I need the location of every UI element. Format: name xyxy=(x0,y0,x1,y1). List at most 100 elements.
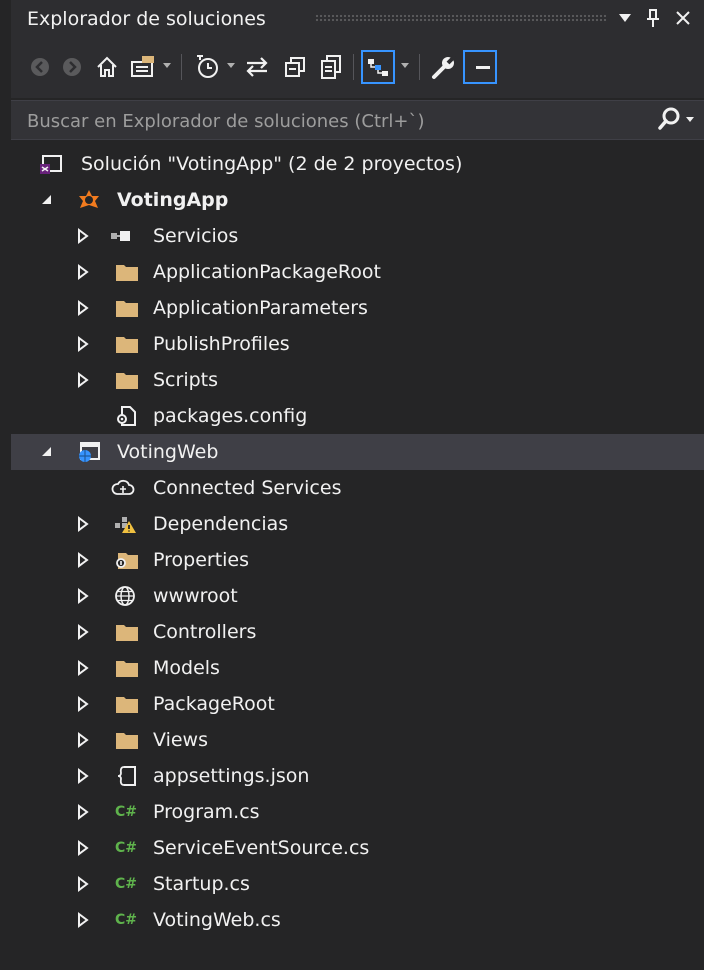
service-fabric-icon xyxy=(79,190,99,208)
tree-item-label: Views xyxy=(153,729,208,751)
tree-item-label: Properties xyxy=(153,549,250,571)
properties-folder-icon xyxy=(116,553,138,569)
search-input[interactable] xyxy=(11,101,659,141)
pin-button[interactable] xyxy=(641,4,665,32)
config-file-icon xyxy=(117,406,136,426)
collapsed-arrow-icon[interactable] xyxy=(75,300,91,316)
folder-icon xyxy=(116,733,138,749)
drag-grip[interactable] xyxy=(315,14,607,23)
tree-item-label: PublishProfiles xyxy=(153,333,290,355)
dock-toggle-button[interactable] xyxy=(463,50,497,84)
collapsed-arrow-icon[interactable] xyxy=(75,768,91,784)
tree-item-label: PackageRoot xyxy=(153,693,275,715)
preview-selected-items-button[interactable] xyxy=(361,50,395,84)
tree-item-label: Dependencias xyxy=(153,513,289,535)
collapsed-arrow-icon[interactable] xyxy=(75,840,91,856)
forward-button[interactable] xyxy=(57,50,87,84)
tree-item-label: ApplicationParameters xyxy=(153,297,368,319)
title-bar: Explorador de soluciones xyxy=(11,0,704,36)
tree-item-wwwroot[interactable]: wwwroot xyxy=(11,578,704,614)
switch-views-button[interactable] xyxy=(127,50,161,84)
expanded-arrow-icon[interactable] xyxy=(39,444,55,460)
switch-views-dropdown[interactable] xyxy=(163,63,171,68)
globe-icon xyxy=(115,586,135,606)
collapsed-arrow-icon[interactable] xyxy=(75,552,91,568)
expanded-arrow-icon[interactable] xyxy=(39,192,55,208)
tree-item-application-package-root[interactable]: ApplicationPackageRoot xyxy=(11,254,704,290)
panel-title: Explorador de soluciones xyxy=(27,8,266,30)
minus-icon xyxy=(476,66,490,69)
tree-item-label: VotingWeb xyxy=(117,441,219,463)
preview-dropdown[interactable] xyxy=(401,63,409,68)
tree-item-views[interactable]: Views xyxy=(11,722,704,758)
connected-services-icon xyxy=(111,479,135,495)
pending-changes-filter-button[interactable] xyxy=(191,50,225,84)
tree-item-models[interactable]: Models xyxy=(11,650,704,686)
clock-icon xyxy=(197,55,218,78)
collapse-all-icon xyxy=(285,57,305,77)
tree-item-votingapp[interactable]: VotingApp xyxy=(11,182,704,218)
solution-icon xyxy=(40,155,62,174)
tree-item-dependencias[interactable]: Dependencias xyxy=(11,506,704,542)
tree-item-label: Solución "VotingApp" (2 de 2 proyectos) xyxy=(81,153,463,175)
forward-icon xyxy=(63,58,81,76)
tree-item-label: VotingApp xyxy=(117,189,229,211)
collapsed-arrow-icon[interactable] xyxy=(75,696,91,712)
properties-button[interactable] xyxy=(427,50,461,84)
tree-item-votingweb[interactable]: VotingWeb xyxy=(11,434,704,470)
collapsed-arrow-icon[interactable] xyxy=(75,876,91,892)
home-button[interactable] xyxy=(91,50,123,84)
search-box xyxy=(11,100,704,141)
csharp-file-icon: C# xyxy=(115,804,138,820)
collapsed-arrow-icon[interactable] xyxy=(75,804,91,820)
sync-with-active-document-button[interactable] xyxy=(241,50,273,84)
csharp-file-icon: C# xyxy=(115,912,138,928)
collapsed-arrow-icon[interactable] xyxy=(75,912,91,928)
tree-item-service-event-source-cs[interactable]: C# ServiceEventSource.cs xyxy=(11,830,704,866)
tree-item-label: Startup.cs xyxy=(153,873,250,895)
collapsed-arrow-icon[interactable] xyxy=(75,228,91,244)
sync-icon xyxy=(246,57,268,77)
folder-icon xyxy=(116,337,138,353)
tree-item-packages-config[interactable]: packages.config xyxy=(11,398,704,434)
tree-item-startup-cs[interactable]: C# Startup.cs xyxy=(11,866,704,902)
window-position-dropdown-button[interactable] xyxy=(613,4,637,32)
tree-item-appsettings-json[interactable]: appsettings.json xyxy=(11,758,704,794)
toolbar-separator xyxy=(181,54,182,80)
tree-item-publish-profiles[interactable]: PublishProfiles xyxy=(11,326,704,362)
tree-item-label: Servicios xyxy=(153,225,239,247)
folder-icon xyxy=(116,373,138,389)
collapsed-arrow-icon[interactable] xyxy=(75,516,91,532)
tree-item-controllers[interactable]: Controllers xyxy=(11,614,704,650)
folder-icon xyxy=(116,301,138,317)
tree-item-scripts[interactable]: Scripts xyxy=(11,362,704,398)
tree-item-servicios[interactable]: Servicios xyxy=(11,218,704,254)
collapse-all-button[interactable] xyxy=(279,50,311,84)
tree-item-votingweb-cs[interactable]: C# VotingWeb.cs xyxy=(11,902,704,938)
collapsed-arrow-icon[interactable] xyxy=(75,588,91,604)
collapsed-arrow-icon[interactable] xyxy=(75,372,91,388)
tree-item-label: Controllers xyxy=(153,621,257,643)
collapsed-arrow-icon[interactable] xyxy=(75,336,91,352)
show-all-files-button[interactable] xyxy=(315,50,347,84)
back-button[interactable] xyxy=(25,50,55,84)
collapsed-arrow-icon[interactable] xyxy=(75,732,91,748)
csharp-file-icon: C# xyxy=(115,876,138,892)
search-button[interactable] xyxy=(652,105,700,135)
tree-item-properties[interactable]: Properties xyxy=(11,542,704,578)
tree-item-connected-services[interactable]: Connected Services xyxy=(11,470,704,506)
close-button[interactable] xyxy=(671,4,695,32)
tree-item-package-root[interactable]: PackageRoot xyxy=(11,686,704,722)
collapsed-arrow-icon[interactable] xyxy=(75,660,91,676)
collapsed-arrow-icon[interactable] xyxy=(75,624,91,640)
tree-item-solution[interactable]: Solución "VotingApp" (2 de 2 proyectos) xyxy=(11,146,704,182)
solution-explorer-panel: Explorador de soluciones Buscar en Explo… xyxy=(11,0,704,970)
csharp-file-icon: C# xyxy=(115,840,138,856)
tree-item-label: Program.cs xyxy=(153,801,260,823)
collapsed-arrow-icon[interactable] xyxy=(75,264,91,280)
pending-changes-dropdown[interactable] xyxy=(227,63,235,68)
dependencies-warning-icon xyxy=(115,517,136,533)
tree-item-label: ServiceEventSource.cs xyxy=(153,837,370,859)
tree-item-application-parameters[interactable]: ApplicationParameters xyxy=(11,290,704,326)
tree-item-program-cs[interactable]: C# Program.cs xyxy=(11,794,704,830)
